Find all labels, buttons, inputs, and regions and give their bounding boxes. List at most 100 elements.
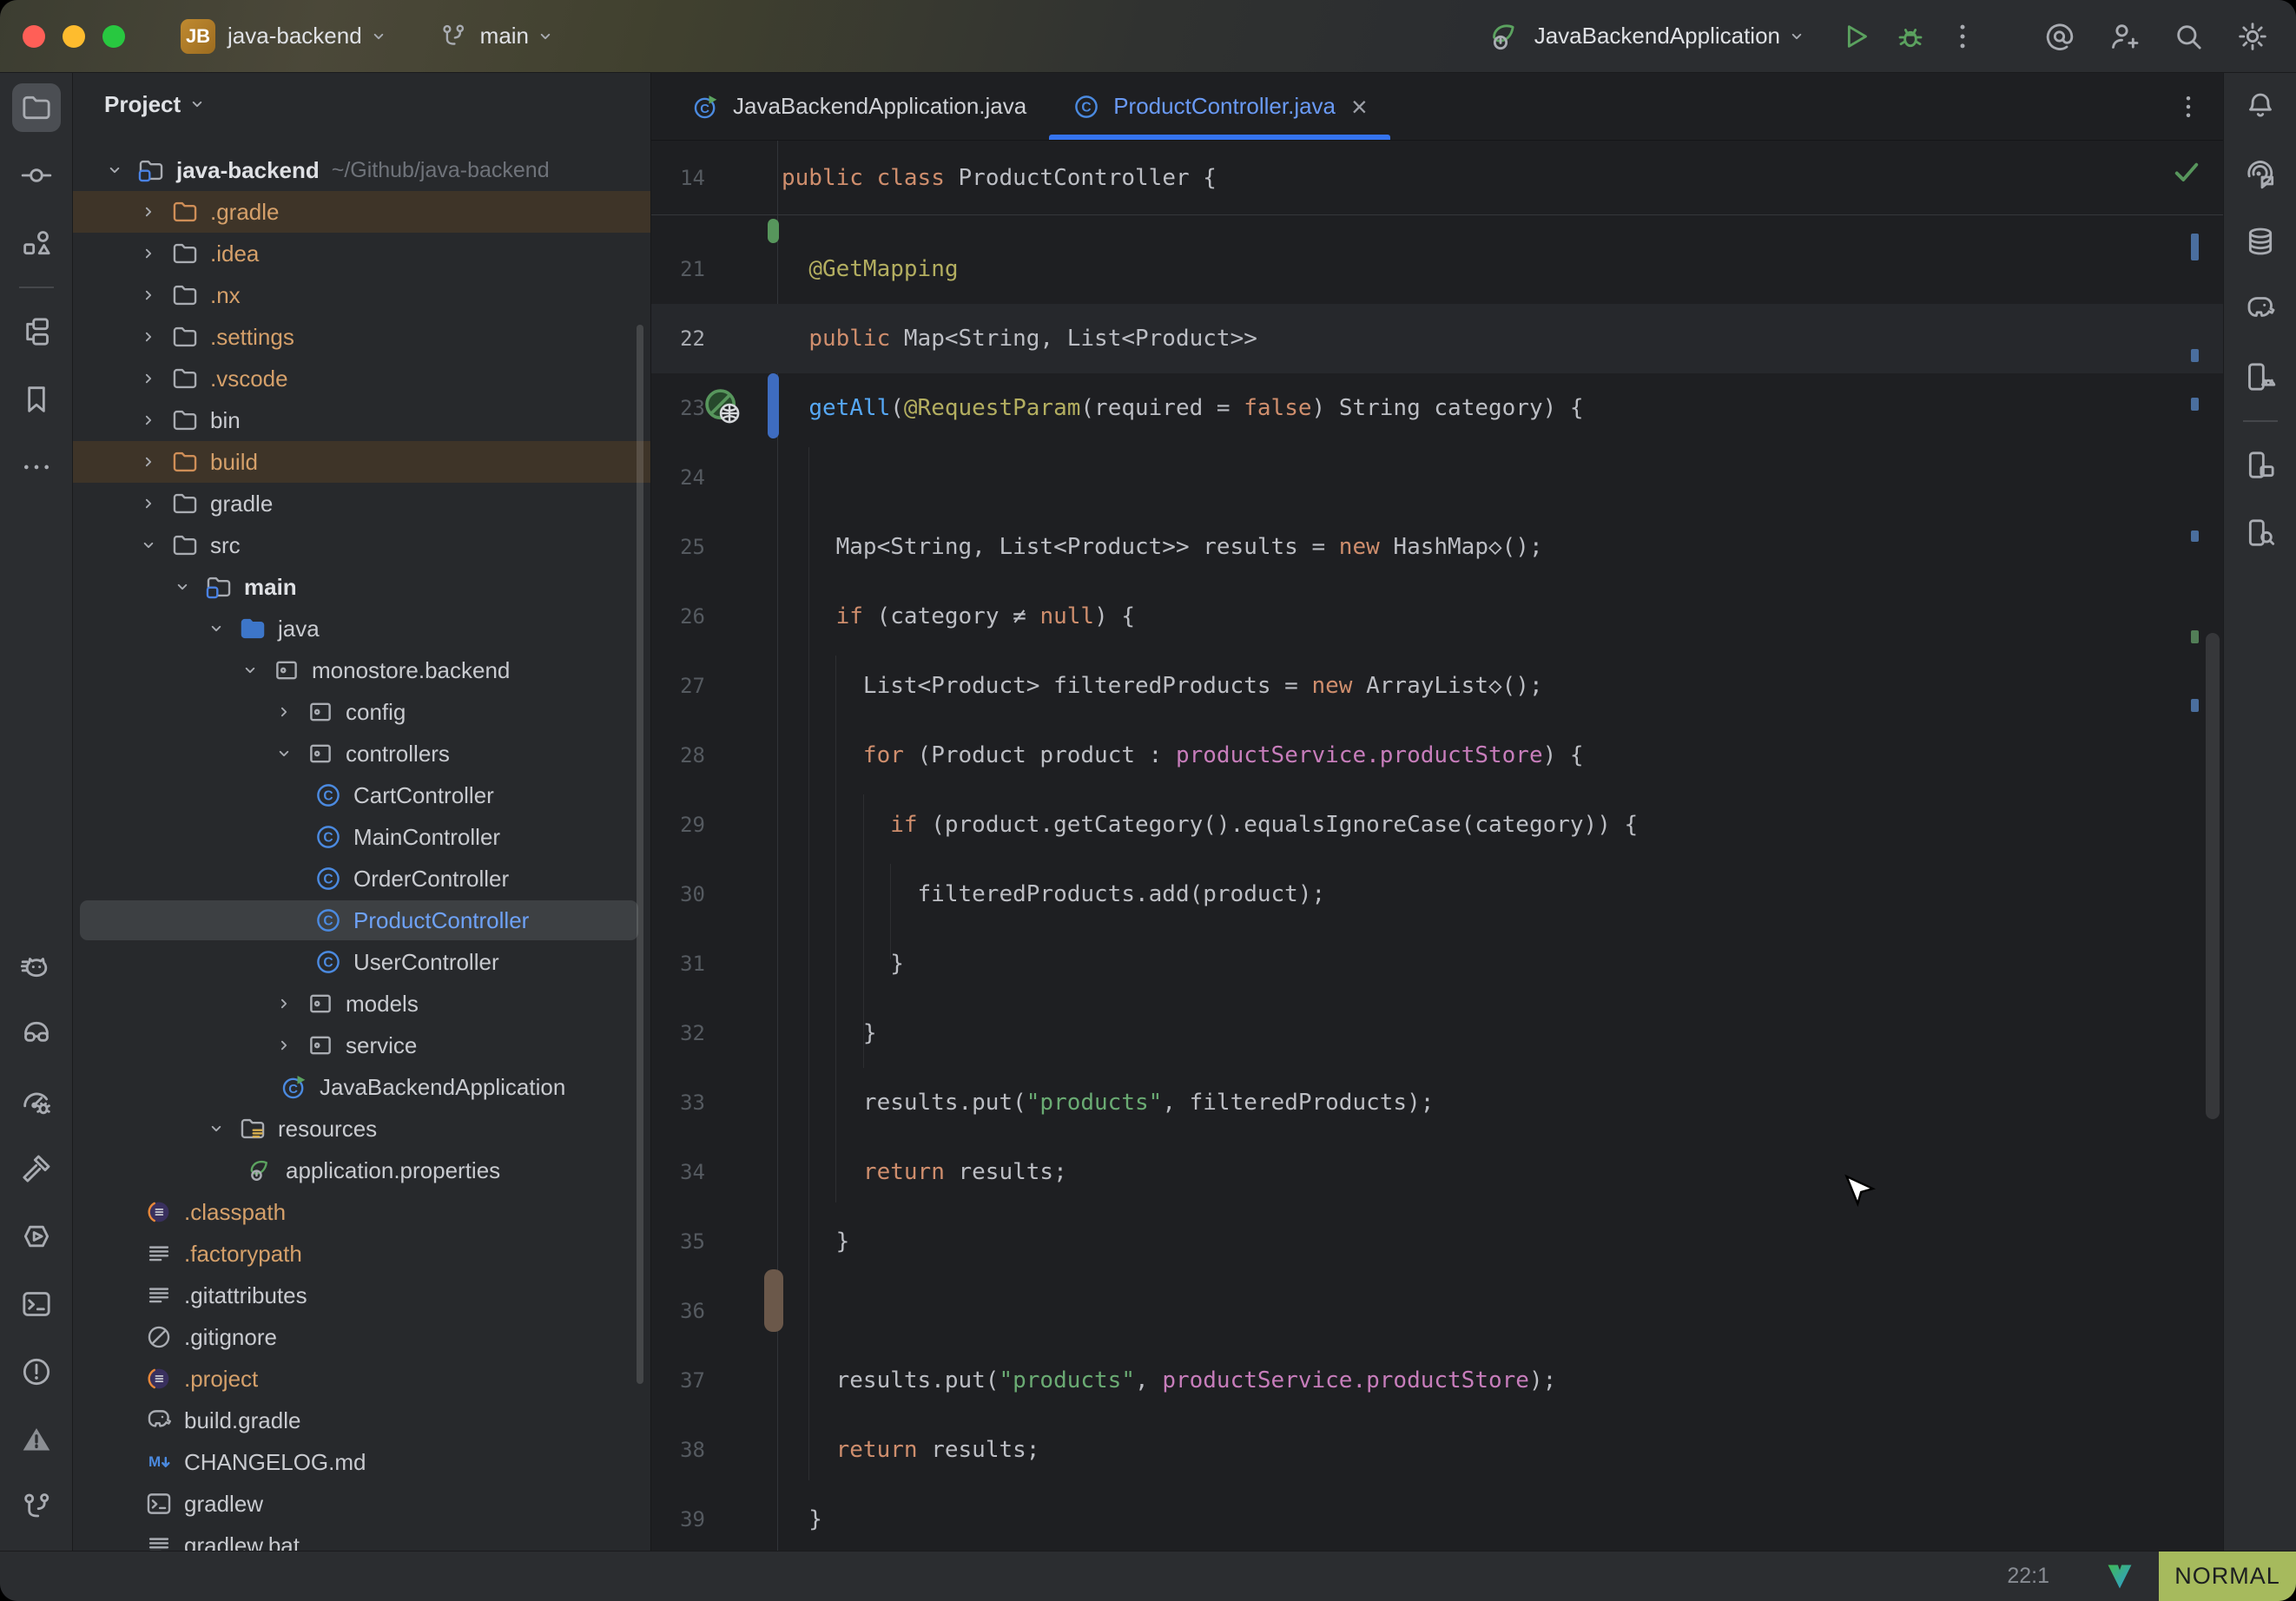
line-number[interactable]: 39 [660,1507,705,1532]
line-number[interactable]: 38 [660,1438,705,1462]
notifications-icon[interactable] [2236,82,2285,130]
chevron-right-icon[interactable] [137,451,160,473]
chevron-right-icon[interactable] [273,701,295,723]
close-window-button[interactable] [23,25,45,48]
tree-item-.gradle[interactable]: .gradle [73,191,650,233]
tree-item-.idea[interactable]: .idea [73,233,650,274]
tree-item-gradle[interactable]: gradle [73,483,650,524]
running-devices-icon[interactable] [2236,352,2285,401]
zoom-window-button[interactable] [102,25,125,48]
line-number[interactable]: 32 [660,1021,705,1045]
tree-item-service[interactable]: service [73,1025,650,1066]
ai-assistant-icon[interactable] [2236,149,2285,198]
tree-item-bin[interactable]: bin [73,399,650,441]
github-copilot-icon[interactable] [12,1009,61,1057]
tree-item-config[interactable]: config [73,691,650,733]
bookmarks-icon[interactable] [12,375,61,424]
chevron-down-icon[interactable] [205,1117,228,1140]
code-line-36[interactable]: 36 [651,1276,2223,1346]
chevron-right-icon[interactable] [137,492,160,515]
tree-item-CHANGELOG.md[interactable]: MCHANGELOG.md [73,1441,650,1483]
close-tab-button[interactable]: × [1351,93,1368,121]
tree-item-build[interactable]: build [73,441,650,483]
chevron-down-icon[interactable] [205,617,228,640]
code-line-29[interactable]: 29 if (product.getCategory().equalsIgnor… [651,790,2223,860]
tree-item-.project[interactable]: .project [73,1358,650,1400]
more-run-options-button[interactable] [1945,19,1980,54]
code-line-25[interactable]: 25 Map<String, List<Product>> results = … [651,512,2223,582]
git-icon[interactable] [12,1483,61,1532]
terminal-icon[interactable] [12,1280,61,1328]
project-panel-header[interactable]: Project [73,73,650,135]
code-line-23[interactable]: 23 getAll(@RequestParam(required = false… [651,373,2223,443]
tree-item-.vscode[interactable]: .vscode [73,358,650,399]
tree-item-application.properties[interactable]: application.properties [73,1150,650,1191]
run-button[interactable] [1837,19,1872,54]
line-number[interactable]: 23 [660,396,705,420]
chevron-right-icon[interactable] [273,992,295,1015]
rest-endpoint-icon[interactable] [702,385,747,431]
code-line-28[interactable]: 28 for (Product product : productService… [651,721,2223,790]
tree-item-ProductController[interactable]: CProductController [73,899,650,941]
line-number[interactable]: 26 [660,604,705,629]
debug-button[interactable] [1893,19,1928,54]
database-icon[interactable] [2236,217,2285,266]
tree-scrollbar[interactable] [637,325,643,1384]
code-line-39[interactable]: 39 } [651,1485,2223,1551]
chevron-right-icon[interactable] [137,242,160,265]
gradle-icon[interactable] [2236,285,2285,333]
caret-position[interactable]: 22:1 [2007,1564,2049,1589]
tree-item-controllers[interactable]: controllers [73,733,650,774]
code-line-14[interactable]: 14public class ProductController { [651,141,2223,214]
line-number[interactable]: 24 [660,465,705,490]
chevron-down-icon[interactable] [103,159,126,181]
line-number[interactable]: 37 [660,1368,705,1393]
tree-item-main[interactable]: main [73,566,650,608]
sticky-header-line[interactable]: 14public class ProductController { [651,141,2223,215]
hierarchy-icon[interactable] [12,307,61,356]
branch-selector[interactable]: main [480,23,529,49]
editor-tab-JavaBackendApplication.java[interactable]: CJavaBackendApplication.java [669,73,1049,140]
code-line-22[interactable]: 22 public Map<String, List<Product>> [651,304,2223,373]
tree-item-.gitignore[interactable]: .gitignore [73,1316,650,1358]
line-number[interactable]: 36 [660,1299,705,1323]
chevron-down-icon[interactable] [137,534,160,557]
line-number[interactable]: 22 [660,326,705,351]
project-selector[interactable]: java-backend [228,23,362,49]
line-number[interactable]: 14 [660,166,705,190]
chevron-right-icon[interactable] [137,201,160,223]
warning-icon[interactable] [12,1415,61,1464]
code-line-30[interactable]: 30 filteredProducts.add(product); [651,860,2223,929]
profiler-icon[interactable] [12,1077,61,1125]
code-line-21[interactable]: 21 @GetMapping [651,234,2223,304]
line-number[interactable]: 30 [660,882,705,906]
code-line-26[interactable]: 26 if (category ≠ null) { [651,582,2223,651]
chevron-right-icon[interactable] [137,367,160,390]
tree-item-gradlew.bat[interactable]: gradlew.bat [73,1525,650,1551]
code-line-31[interactable]: 31 } [651,929,2223,998]
code-line-37[interactable]: 37 results.put("products", productServic… [651,1346,2223,1415]
code-editor[interactable]: 21 @GetMapping22 public Map<String, List… [651,215,2223,1551]
device-manager-icon[interactable] [2236,441,2285,490]
tree-item-resources[interactable]: resources [73,1108,650,1150]
code-line-33[interactable]: 33 results.put("products", filteredProdu… [651,1068,2223,1137]
line-number[interactable]: 33 [660,1090,705,1115]
tree-item-.classpath[interactable]: .classpath [73,1191,650,1233]
tree-item-.nx[interactable]: .nx [73,274,650,316]
editor-scrollbar[interactable] [2206,633,2220,1119]
line-number[interactable]: 28 [660,743,705,768]
tree-item-models[interactable]: models [73,983,650,1025]
tree-item-OrderController[interactable]: COrderController [73,858,650,899]
chevron-right-icon[interactable] [273,1034,295,1057]
line-number[interactable]: 25 [660,535,705,559]
code-line-34[interactable]: 34 return results; [651,1137,2223,1207]
minimize-window-button[interactable] [63,25,85,48]
tree-item-UserController[interactable]: CUserController [73,941,650,983]
ideavim-icon[interactable] [2105,1562,2134,1591]
code-line-27[interactable]: 27 List<Product> filteredProducts = new … [651,651,2223,721]
line-number[interactable]: 35 [660,1229,705,1254]
chevron-right-icon[interactable] [137,326,160,348]
line-number[interactable]: 31 [660,952,705,976]
code-with-me-button[interactable] [2107,19,2141,54]
build-icon[interactable] [12,1144,61,1193]
